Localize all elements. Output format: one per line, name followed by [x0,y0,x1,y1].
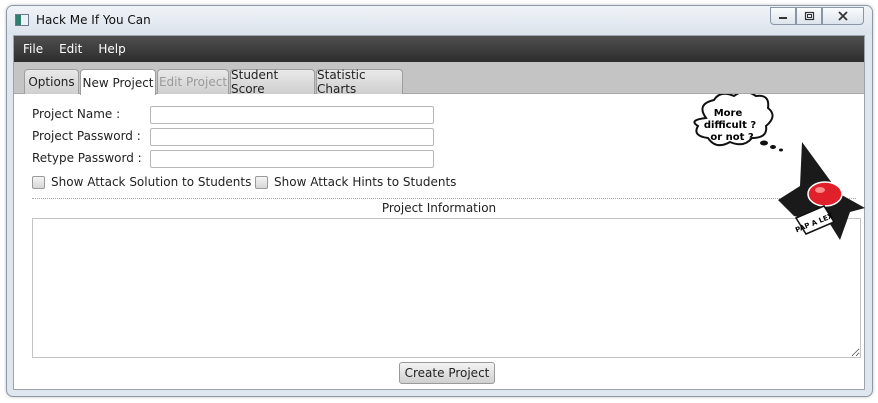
menu-help[interactable]: Help [96,42,127,56]
title-bar[interactable]: Hack Me If You Can [7,6,872,34]
new-project-panel: Project Name : Project Password : Retype… [14,94,865,389]
show-hints-checkbox[interactable] [255,176,268,189]
menu-file[interactable]: File [21,42,45,56]
minimize-button[interactable] [770,7,796,25]
tab-bar: Options New Project Edit Project Student… [14,62,864,96]
bubble-line-3: or not ? [710,132,754,143]
tab-options[interactable]: Options [24,69,79,94]
show-hints-label[interactable]: Show Attack Hints to Students [274,175,456,189]
bubble-line-2: difficult ? [704,120,756,131]
window-title: Hack Me If You Can [36,13,151,27]
close-button[interactable] [822,7,864,25]
duke-mascot-logo: More difficult ? or not ? PAP A LEX [693,94,865,240]
project-password-label: Project Password : [32,129,141,143]
tab-statistic-charts[interactable]: Statistic Charts [316,68,403,96]
app-icon [15,14,29,26]
duke-figure: PAP A LEX [778,142,865,240]
project-name-label: Project Name : [32,107,121,121]
project-name-input[interactable] [150,106,434,124]
menu-bar: File Edit Help [14,36,864,62]
minimize-icon [779,17,787,19]
restore-icon [804,11,814,21]
retype-password-input[interactable] [150,150,434,168]
thought-bubble: More difficult ? or not ? [693,94,783,152]
tab-edit-project: Edit Project [157,69,229,94]
client-area: File Edit Help Options New Project Edit … [13,35,865,390]
app-window: Hack Me If You Can File Edit Help Option… [6,5,873,397]
tab-student-score[interactable]: Student Score [230,68,315,96]
show-solution-label[interactable]: Show Attack Solution to Students [51,175,251,189]
tab-new-project[interactable]: New Project [80,69,156,95]
create-project-button[interactable]: Create Project [399,362,495,384]
project-password-input[interactable] [150,128,434,146]
retype-password-label: Retype Password : [32,151,142,165]
menu-edit[interactable]: Edit [57,42,84,56]
restore-button[interactable] [796,7,822,25]
show-solution-checkbox[interactable] [32,176,45,189]
close-icon [838,11,848,21]
window-controls [770,7,864,25]
bubble-line-1: More [714,108,743,119]
